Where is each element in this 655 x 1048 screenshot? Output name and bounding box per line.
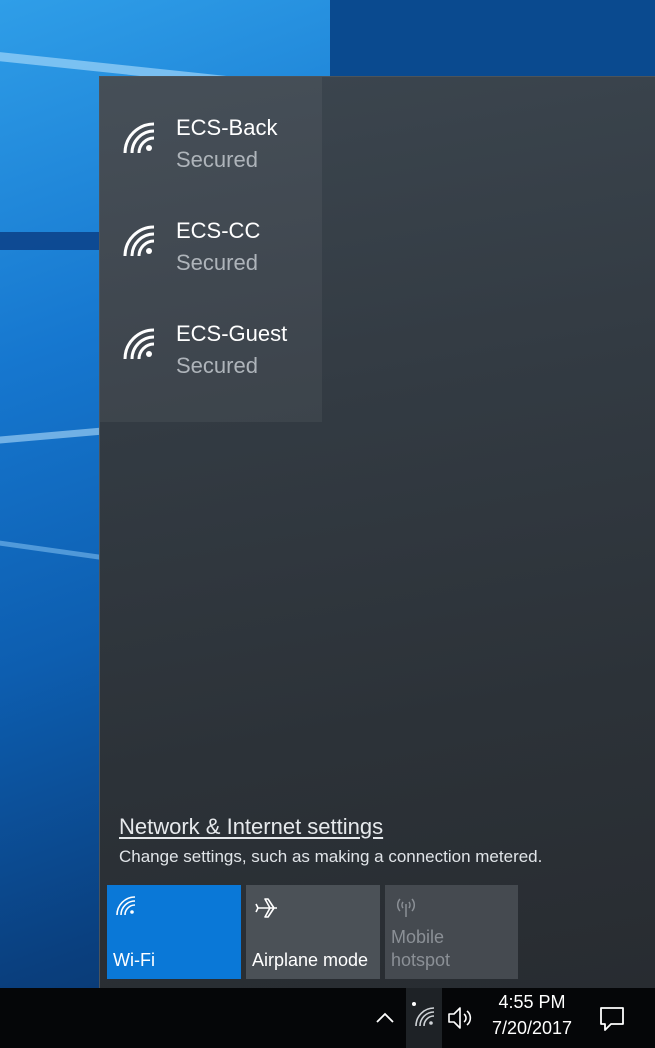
volume-icon[interactable] <box>446 1004 476 1032</box>
network-status: Secured <box>176 147 258 172</box>
wifi-tile-label: Wi-Fi <box>113 950 155 970</box>
network-status: Secured <box>176 353 258 378</box>
mobile-hotspot-tile[interactable]: Mobile hotspot <box>385 885 518 979</box>
wifi-icon <box>115 895 137 921</box>
action-center-icon[interactable] <box>597 1003 627 1033</box>
network-internet-settings-link[interactable]: Network & Internet settings <box>119 814 383 840</box>
network-wifi-icon[interactable] <box>406 988 442 1048</box>
hotspot-label-line1: Mobile <box>391 927 445 947</box>
network-item-ecs-cc[interactable]: ECS-CC Secured <box>100 180 322 280</box>
network-status: Secured <box>176 250 258 275</box>
settings-description: Change settings, such as making a connec… <box>119 847 543 866</box>
hotspot-tile-label: Mobile hotspot <box>391 926 450 972</box>
network-name: ECS-Guest <box>176 321 288 346</box>
airplane-icon <box>254 895 280 925</box>
wifi-signal-icon <box>122 224 158 260</box>
wifi-signal-icon <box>122 121 158 157</box>
chevron-up-icon[interactable] <box>373 1006 397 1030</box>
wallpaper-shade <box>330 0 655 80</box>
hotspot-icon <box>393 895 419 923</box>
clock-time[interactable]: 4:55 PM <box>484 992 580 1013</box>
network-item-ecs-guest[interactable]: ECS-Guest Secured <box>100 283 322 383</box>
network-item-ecs-back[interactable]: ECS-Back Secured <box>100 77 322 177</box>
network-name: ECS-Back <box>176 115 278 140</box>
network-flyout: ECS-Back Secured ECS-CC Secured ECS-Gues… <box>99 76 655 988</box>
taskbar: 4:55 PM 7/20/2017 <box>0 988 655 1048</box>
hotspot-label-line2: hotspot <box>391 950 451 970</box>
wallpaper-band <box>0 232 110 250</box>
wifi-signal-icon <box>122 327 158 363</box>
network-name: ECS-CC <box>176 218 261 243</box>
airplane-tile-label: Airplane mode <box>252 950 369 970</box>
airplane-mode-tile[interactable]: Airplane mode <box>246 885 380 979</box>
wifi-toggle-tile[interactable]: Wi-Fi <box>107 885 241 979</box>
clock-date[interactable]: 7/20/2017 <box>484 1018 580 1039</box>
